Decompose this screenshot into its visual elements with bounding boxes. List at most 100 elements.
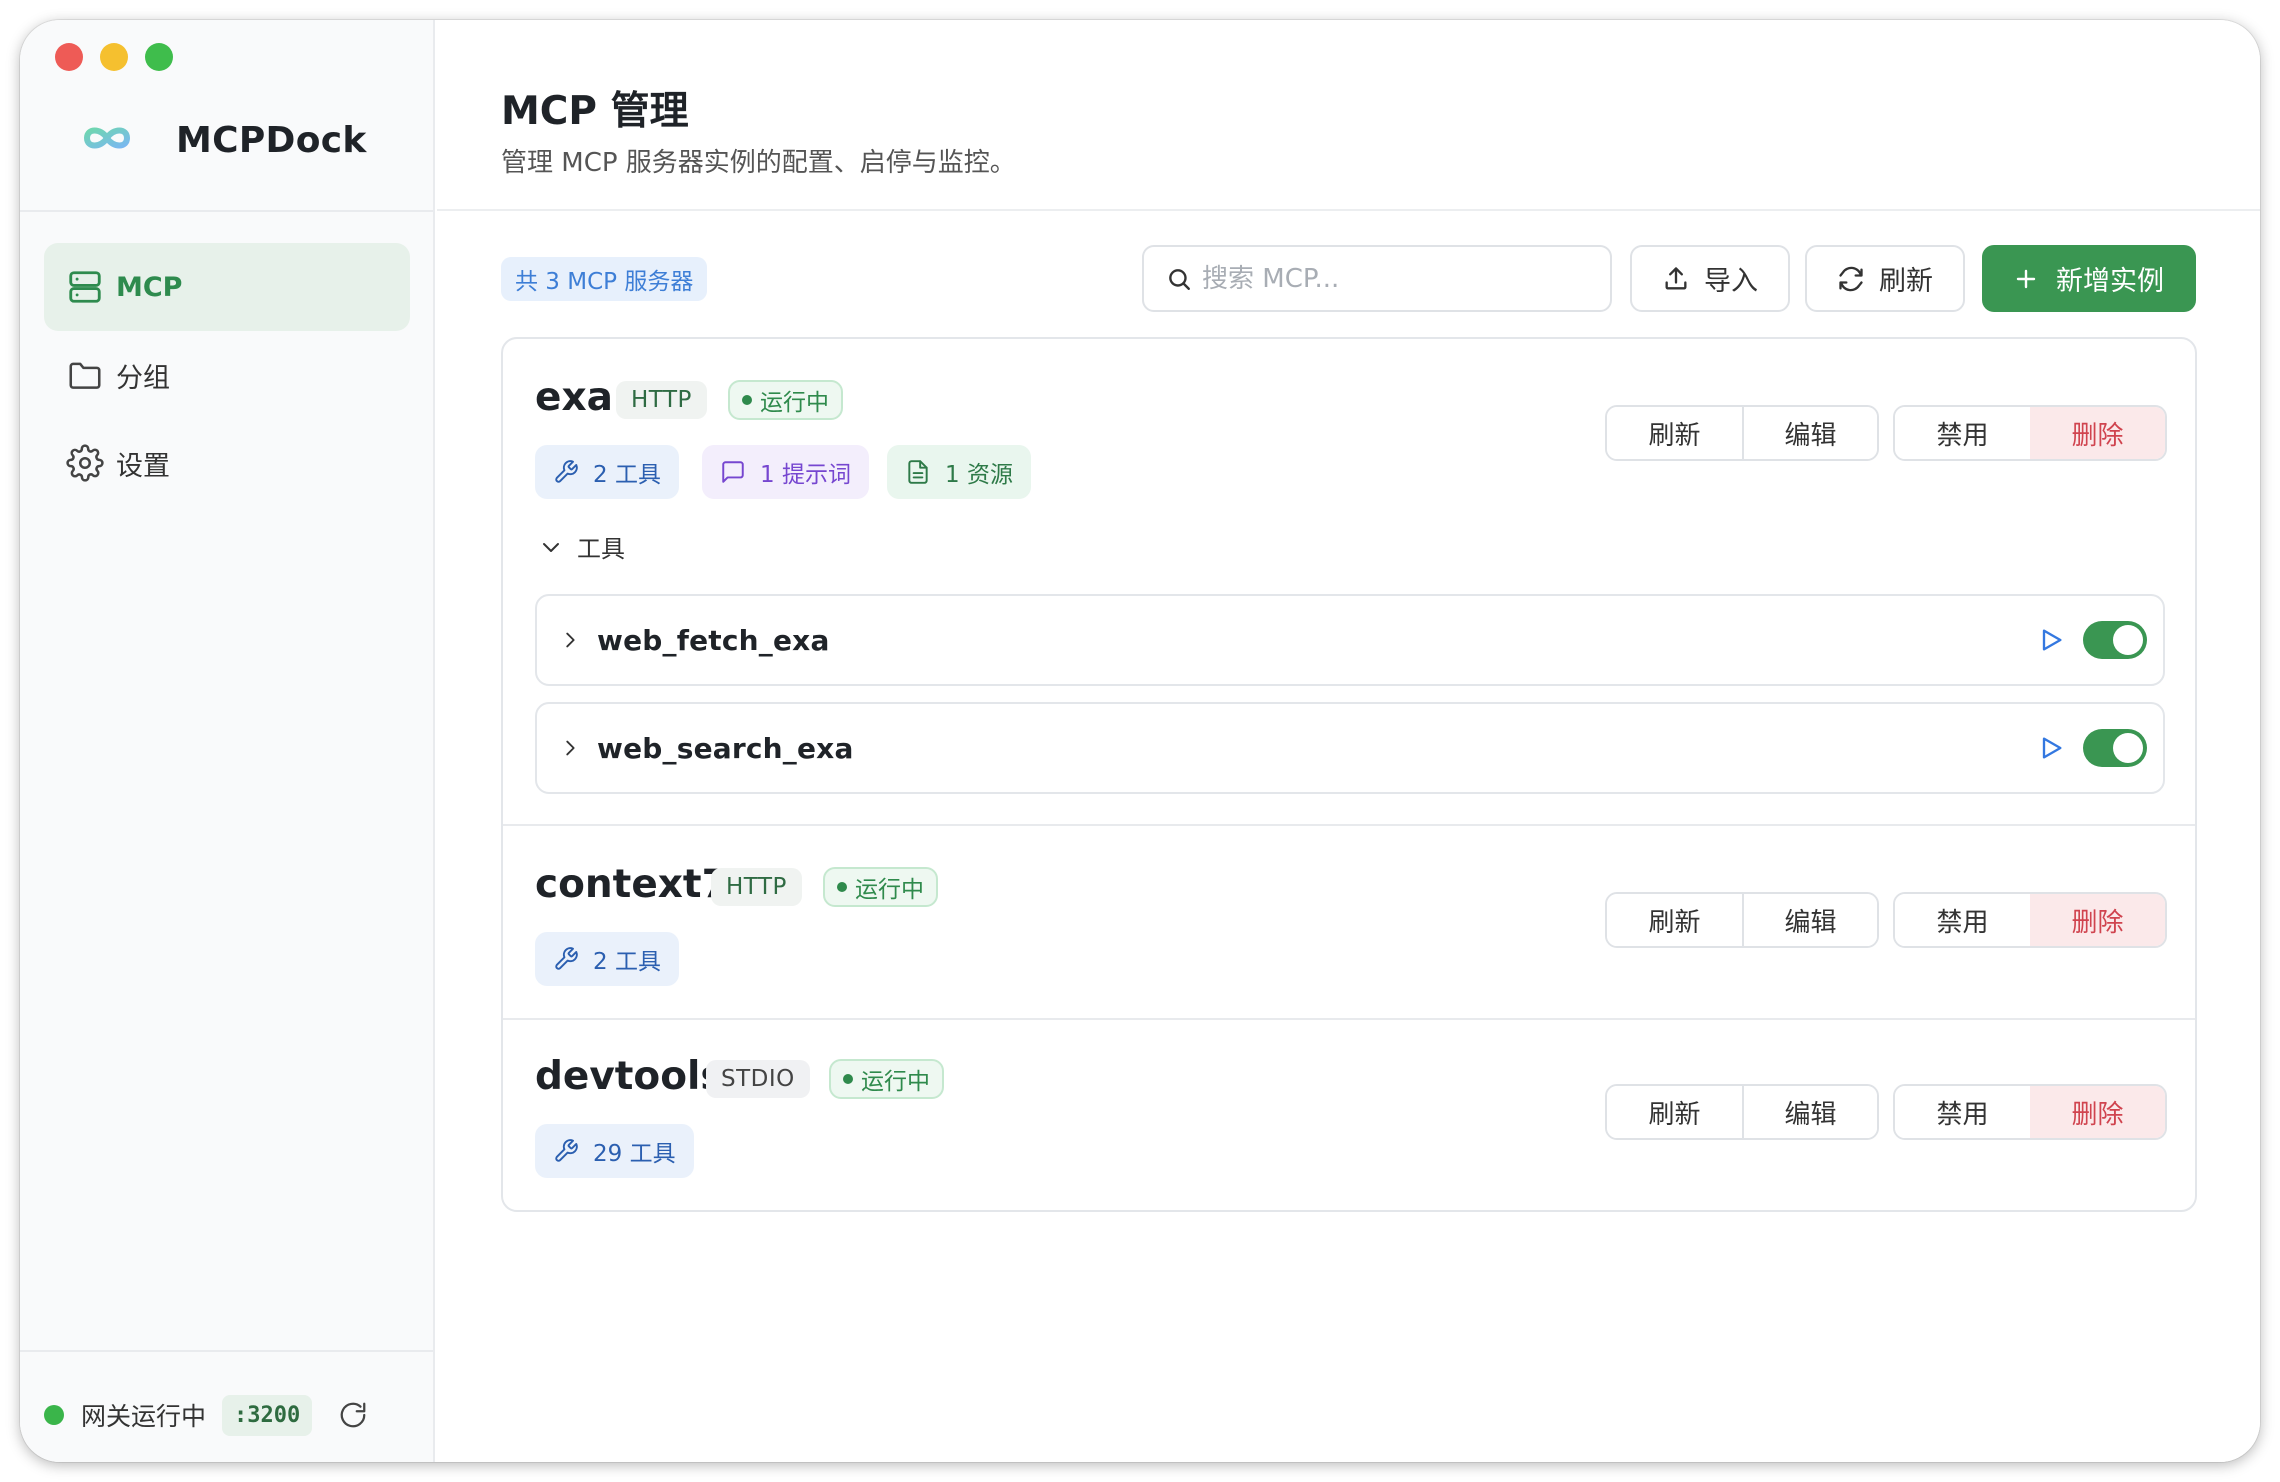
zoom-window-button[interactable]	[145, 43, 173, 71]
tool-item: web_fetch_exa	[535, 594, 2165, 686]
tool-item: web_search_exa	[535, 702, 2165, 794]
server-name: context7	[535, 862, 729, 907]
edit-button[interactable]: 编辑	[1742, 1086, 1877, 1138]
edit-button[interactable]: 编辑	[1742, 407, 1877, 459]
page-title: MCP 管理	[501, 89, 689, 134]
import-button-label: 导入	[1704, 266, 1758, 297]
import-button[interactable]: 导入	[1630, 245, 1790, 312]
transport-badge: HTTP	[711, 868, 802, 906]
tool-name: web_search_exa	[597, 731, 854, 765]
upload-icon	[1662, 265, 1704, 293]
page-header: MCP 管理 管理 MCP 服务器实例的配置、启停与监控。	[437, 20, 2260, 211]
server-icon	[66, 268, 116, 306]
add-instance-label: 新增实例	[2056, 266, 2164, 297]
search-icon	[1166, 266, 1192, 292]
sidebar-item-label: MCP	[116, 271, 183, 303]
sidebar-item-groups[interactable]: 分组	[44, 331, 410, 419]
disable-button[interactable]: 禁用	[1895, 894, 2030, 946]
refresh-button[interactable]: 刷新	[1607, 894, 1742, 946]
play-icon[interactable]	[2037, 626, 2065, 654]
chevron-right-icon[interactable]	[559, 737, 581, 759]
refresh-edit-group: 刷新 编辑	[1605, 892, 1879, 948]
tools-count-chip[interactable]: 2 工具	[535, 445, 679, 499]
folder-icon	[66, 356, 116, 394]
sidebar-item-label: 分组	[116, 362, 170, 394]
server-card-context7: context7 HTTP 运行中 2 工具 刷新 编辑 禁用 删除	[503, 826, 2195, 1020]
disable-button[interactable]: 禁用	[1895, 1086, 2030, 1138]
prompts-count-label: 1 提示词	[760, 462, 851, 488]
divider	[20, 210, 435, 212]
brand: MCPDock	[82, 110, 367, 170]
tools-section-label: 工具	[577, 535, 625, 563]
resources-count-chip[interactable]: 1 资源	[887, 445, 1031, 499]
wrench-icon	[553, 946, 593, 972]
play-icon[interactable]	[2037, 734, 2065, 762]
resources-count-label: 1 资源	[945, 462, 1013, 488]
gear-icon	[66, 444, 116, 482]
refresh-button[interactable]: 刷新	[1607, 407, 1742, 459]
chevron-right-icon[interactable]	[559, 629, 581, 651]
disable-delete-group: 禁用 删除	[1893, 1084, 2167, 1140]
toggle-knob	[2113, 733, 2143, 763]
message-icon	[720, 459, 760, 485]
refresh-edit-group: 刷新 编辑	[1605, 405, 1879, 461]
sidebar-item-mcp[interactable]: MCP	[44, 243, 410, 331]
tool-enabled-toggle[interactable]	[2083, 729, 2147, 767]
search-box[interactable]	[1142, 245, 1612, 312]
disable-delete-group: 禁用 删除	[1893, 892, 2167, 948]
server-card-devtools: devtools STDIO 运行中 29 工具 刷新 编辑 禁用 删除	[503, 1020, 2195, 1210]
page-subtitle: 管理 MCP 服务器实例的配置、启停与监控。	[501, 148, 1016, 178]
server-card-exa: exa HTTP 运行中 2 工具 1 提示词 1 资源 刷新 编辑 禁用 删除…	[503, 339, 2195, 826]
search-input[interactable]	[1202, 263, 1582, 294]
tools-count-chip[interactable]: 2 工具	[535, 932, 679, 986]
gateway-port: :3200	[222, 1394, 313, 1436]
prompts-count-chip[interactable]: 1 提示词	[702, 445, 869, 499]
delete-button[interactable]: 删除	[2030, 407, 2165, 459]
tools-section-toggle[interactable]: 工具	[539, 529, 625, 564]
status-badge: 运行中	[728, 380, 843, 420]
status-dot	[742, 395, 752, 405]
chevron-down-icon	[539, 535, 577, 559]
disable-button[interactable]: 禁用	[1895, 407, 2030, 459]
app-window: MCPDock MCP 分组 设置 网关运行中:3200 MCP 管理 管理 …	[20, 20, 2260, 1462]
divider	[20, 1350, 435, 1352]
logo-icon	[82, 122, 132, 158]
status-dot	[837, 882, 847, 892]
main-content: MCP 管理 管理 MCP 服务器实例的配置、启停与监控。 共 3 MCP 服务…	[437, 20, 2260, 1462]
refresh-button[interactable]: 刷新	[1607, 1086, 1742, 1138]
refresh-button-label: 刷新	[1879, 266, 1933, 297]
server-list: exa HTTP 运行中 2 工具 1 提示词 1 资源 刷新 编辑 禁用 删除…	[501, 337, 2197, 1212]
close-window-button[interactable]	[55, 43, 83, 71]
gateway-refresh-icon[interactable]	[338, 1400, 368, 1430]
tools-count-label: 2 工具	[593, 462, 661, 488]
app-name: MCPDock	[176, 119, 367, 161]
gateway-status: 网关运行中 :3200	[44, 1390, 368, 1440]
tool-enabled-toggle[interactable]	[2083, 621, 2147, 659]
status-label: 运行中	[861, 1069, 930, 1095]
gateway-status-label: 网关运行中	[81, 1402, 207, 1431]
refresh-icon	[1837, 265, 1879, 293]
refresh-all-button[interactable]: 刷新	[1805, 245, 1965, 312]
toggle-knob	[2113, 625, 2143, 655]
tools-count-chip[interactable]: 29 工具	[535, 1124, 694, 1178]
add-instance-button[interactable]: 新增实例	[1982, 245, 2196, 312]
sidebar-item-label: 设置	[116, 450, 170, 482]
delete-button[interactable]: 删除	[2030, 894, 2165, 946]
status-badge: 运行中	[829, 1059, 944, 1099]
minimize-window-button[interactable]	[100, 43, 128, 71]
sidebar-nav: MCP 分组 设置	[44, 243, 410, 507]
status-label: 运行中	[760, 390, 829, 416]
transport-badge: HTTP	[616, 381, 707, 419]
server-count-badge: 共 3 MCP 服务器	[501, 257, 708, 301]
edit-button[interactable]: 编辑	[1742, 894, 1877, 946]
sidebar-item-settings[interactable]: 设置	[44, 419, 410, 507]
status-dot	[843, 1074, 853, 1084]
wrench-icon	[553, 459, 593, 485]
file-icon	[905, 459, 945, 485]
refresh-edit-group: 刷新 编辑	[1605, 1084, 1879, 1140]
tool-name: web_fetch_exa	[597, 623, 830, 657]
status-badge: 运行中	[823, 867, 938, 907]
delete-button[interactable]: 删除	[2030, 1086, 2165, 1138]
server-name: exa	[535, 375, 613, 420]
tools-count-label: 29 工具	[593, 1141, 676, 1167]
